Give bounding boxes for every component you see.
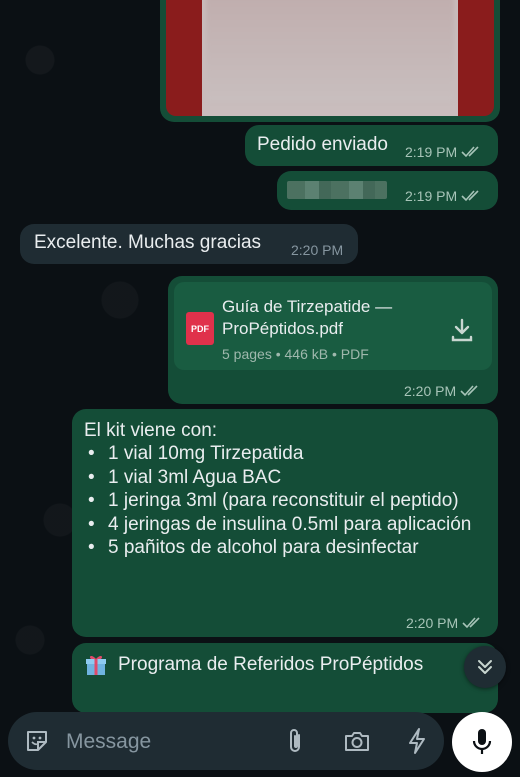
document-card[interactable]: PDF Guía de Tirzepatide — ProPéptidos.pd…: [174, 282, 492, 370]
scroll-down-icon: [478, 660, 492, 674]
list-item: 1 jeringa 3ml (para reconstituir el pept…: [84, 489, 484, 513]
kit-items-list: 1 vial 10mg Tirzepatida 1 vial 3ml Agua …: [84, 442, 484, 560]
message-input[interactable]: Message: [66, 730, 151, 754]
camera-icon[interactable]: [342, 726, 372, 756]
document-message[interactable]: PDF Guía de Tirzepatide — ProPéptidos.pd…: [168, 276, 498, 404]
kit-title: El kit viene con:: [84, 420, 218, 441]
attach-icon[interactable]: [280, 726, 310, 756]
referral-message[interactable]: Programa de Referidos ProPéptidos: [72, 643, 498, 713]
document-info: 5 pages • 446 kB • PDF: [222, 346, 369, 362]
incoming-message[interactable]: Excelente. Muchas gracias 2:20 PM: [20, 224, 358, 264]
message-time: 2:19 PM: [405, 144, 458, 160]
scroll-down-button[interactable]: [464, 646, 506, 688]
download-icon[interactable]: [449, 317, 475, 343]
image-message[interactable]: [160, 0, 500, 122]
double-check-icon: [460, 385, 478, 397]
document-name: Guía de Tirzepatide — ProPéptidos.pdf: [222, 297, 393, 338]
message-time: 2:19 PM: [405, 188, 458, 204]
voice-message-button[interactable]: [452, 712, 512, 772]
message-meta: 2:19 PM: [405, 188, 483, 204]
double-check-icon: [462, 617, 480, 629]
list-item: 1 vial 10mg Tirzepatida: [84, 442, 484, 466]
message-text: Pedido enviado: [257, 134, 388, 155]
message-text: Programa de Referidos ProPéptidos: [118, 654, 424, 675]
sticker-icon[interactable]: [22, 726, 52, 756]
bolt-icon[interactable]: [402, 726, 432, 756]
blurred-image[interactable]: [166, 0, 494, 116]
list-item: 5 pañitos de alcohol para desinfectar: [84, 536, 484, 560]
outgoing-message[interactable]: Pedido enviado 2:19 PM: [245, 125, 498, 166]
redacted-message[interactable]: 2:19 PM: [277, 171, 498, 210]
double-check-icon: [461, 146, 479, 158]
gift-icon: [86, 655, 106, 675]
message-time: 2:20 PM: [404, 383, 457, 399]
message-composer[interactable]: Message: [8, 712, 444, 770]
list-item: 1 vial 3ml Agua BAC: [84, 466, 484, 490]
message-time: 2:20 PM: [406, 615, 459, 631]
kit-message[interactable]: El kit viene con: 1 vial 10mg Tirzepatid…: [72, 409, 498, 637]
pdf-icon: PDF: [186, 312, 214, 345]
redacted-text: [287, 181, 387, 199]
message-meta: 2:20 PM: [404, 383, 482, 399]
double-check-icon: [461, 190, 479, 202]
list-item: 4 jeringas de insulina 0.5ml para aplica…: [84, 513, 484, 537]
message-meta: 2:20 PM: [406, 615, 484, 631]
message-time: 2:20 PM: [291, 242, 344, 258]
message-meta: 2:19 PM: [405, 144, 483, 160]
message-text: Excelente. Muchas gracias: [34, 232, 262, 253]
mic-icon: [472, 729, 492, 754]
